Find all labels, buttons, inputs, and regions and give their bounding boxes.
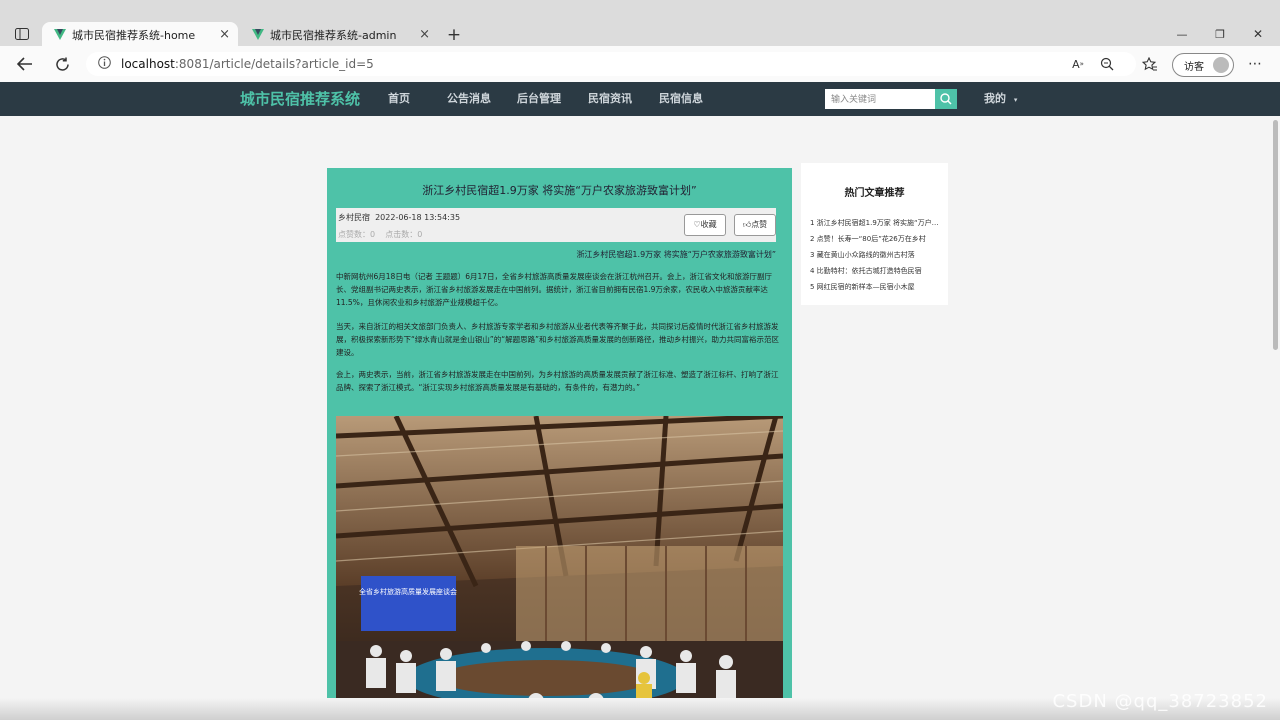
back-arrow-icon[interactable]	[14, 54, 36, 74]
article-paragraph: 中新网杭州6月18日电（记者 王题题）6月17日，全省乡村旅游高质量发展座谈会在…	[336, 272, 773, 307]
browser-tab-admin[interactable]: 城市民宿推荐系统-admin ×	[240, 22, 438, 48]
hot-article-item[interactable]: 1 浙江乡村民宿超1.9万家 将实施“万户农家旅游致富计划”	[810, 218, 940, 228]
collect-label: 收藏	[700, 220, 717, 229]
article-author: 乡村民宿	[338, 213, 370, 222]
nav-announcements[interactable]: 公告消息	[447, 82, 491, 116]
minimize-button[interactable]: —	[1170, 25, 1194, 43]
nav-admin[interactable]: 后台管理	[517, 82, 561, 116]
heart-icon: ♡	[693, 220, 701, 229]
likes-label: 点赞数：	[338, 230, 370, 239]
article-subtitle: 浙江乡村民宿超1.9万家 将实施“万户农家旅游致富计划”	[576, 250, 776, 259]
sidebar-toggle-icon[interactable]	[12, 24, 32, 44]
vue-logo-icon	[252, 29, 264, 40]
article-title: 浙江乡村民宿超1.9万家 将实施“万户农家旅游致富计划”	[422, 184, 697, 197]
thumbs-up-icon: 👍︎	[742, 220, 752, 229]
browser-tab-home[interactable]: 城市民宿推荐系统-home ×	[42, 22, 238, 48]
nav-mine[interactable]: 我的 ▾	[984, 82, 1017, 116]
guest-profile-button[interactable]: 访客	[1172, 53, 1234, 77]
article-author-date: 乡村民宿 2022-06-18 13:54:35	[338, 212, 460, 223]
site-navbar	[0, 82, 1280, 116]
address-bar[interactable]: localhost:8081/article/details?article_i…	[86, 52, 1136, 76]
hot-articles-title: 热门文章推荐	[844, 188, 905, 199]
tab-title: 城市民宿推荐系统-home	[72, 29, 196, 42]
url-path: :8081/article/details?article_id=5	[174, 57, 374, 71]
like-button[interactable]: 👍︎点赞	[734, 214, 776, 236]
hot-article-item[interactable]: 5 网红民宿的新样本—民宿小木屋	[810, 282, 940, 292]
hot-article-item[interactable]: 2 点赞！长寿一“80后”花26万在乡村	[810, 234, 940, 244]
close-window-button[interactable]: ✕	[1246, 25, 1270, 43]
article-stats: 点赞数：0 点击数：0	[338, 229, 422, 240]
chevron-down-icon: ▾	[1013, 96, 1018, 104]
article-paragraph: 当天，来自浙江的相关文旅部门负责人、乡村旅游专家学者和乡村旅游从业者代表等齐聚于…	[336, 322, 780, 357]
refresh-icon[interactable]	[52, 54, 72, 74]
likes-count: 0	[370, 230, 376, 239]
photo-banner-text: 全省乡村旅游高质量发展座谈会	[359, 587, 457, 596]
hot-article-item[interactable]: 3 藏在黄山小众路线的徽州古村落	[810, 250, 940, 260]
info-icon[interactable]	[98, 56, 111, 72]
article-paragraph: 会上，两史表示，当前，浙江省乡村旅游发展走在中国前列，为乡村旅游的高质量发展贡献…	[336, 370, 779, 392]
nav-news[interactable]: 民宿资讯	[588, 82, 632, 116]
vue-logo-icon	[54, 29, 66, 40]
search-input[interactable]	[825, 89, 935, 109]
clicks-label: 点击数：	[385, 230, 418, 239]
page-scrollbar[interactable]	[1273, 120, 1278, 350]
zoom-icon[interactable]	[1097, 54, 1117, 74]
favorites-icon[interactable]	[1140, 54, 1160, 74]
hot-article-item[interactable]: 4 比勤特村：依托古城打造特色民宿	[810, 266, 940, 276]
tab-title: 城市民宿推荐系统-admin	[270, 29, 397, 42]
guest-label: 访客	[1184, 61, 1204, 73]
site-brand[interactable]: 城市民宿推荐系统	[240, 82, 360, 116]
clicks-count: 0	[417, 230, 423, 239]
search-button[interactable]	[935, 89, 957, 109]
nav-homestays[interactable]: 民宿信息	[659, 82, 703, 116]
like-label: 点赞	[751, 220, 768, 229]
nav-home[interactable]: 首页	[388, 82, 410, 116]
tab-close-icon[interactable]: ×	[419, 27, 430, 42]
article-photo: 全省乡村旅游高质量发展座谈会	[336, 416, 783, 720]
tab-close-icon[interactable]: ×	[219, 27, 230, 42]
watermark-text: CSDN @qq_38723852	[1052, 691, 1268, 712]
search-icon	[940, 93, 952, 105]
maximize-button[interactable]: ❐	[1208, 25, 1232, 43]
new-tab-button[interactable]: +	[444, 25, 464, 45]
avatar-icon	[1213, 57, 1229, 73]
url-host: localhost	[121, 57, 175, 71]
article-datetime: 2022-06-18 13:54:35	[375, 213, 461, 222]
collect-button[interactable]: ♡收藏	[684, 214, 726, 236]
nav-mine-label: 我的	[984, 92, 1006, 105]
more-options-icon[interactable]: ⋯	[1245, 54, 1265, 74]
read-aloud-icon[interactable]: A»	[1068, 54, 1088, 74]
